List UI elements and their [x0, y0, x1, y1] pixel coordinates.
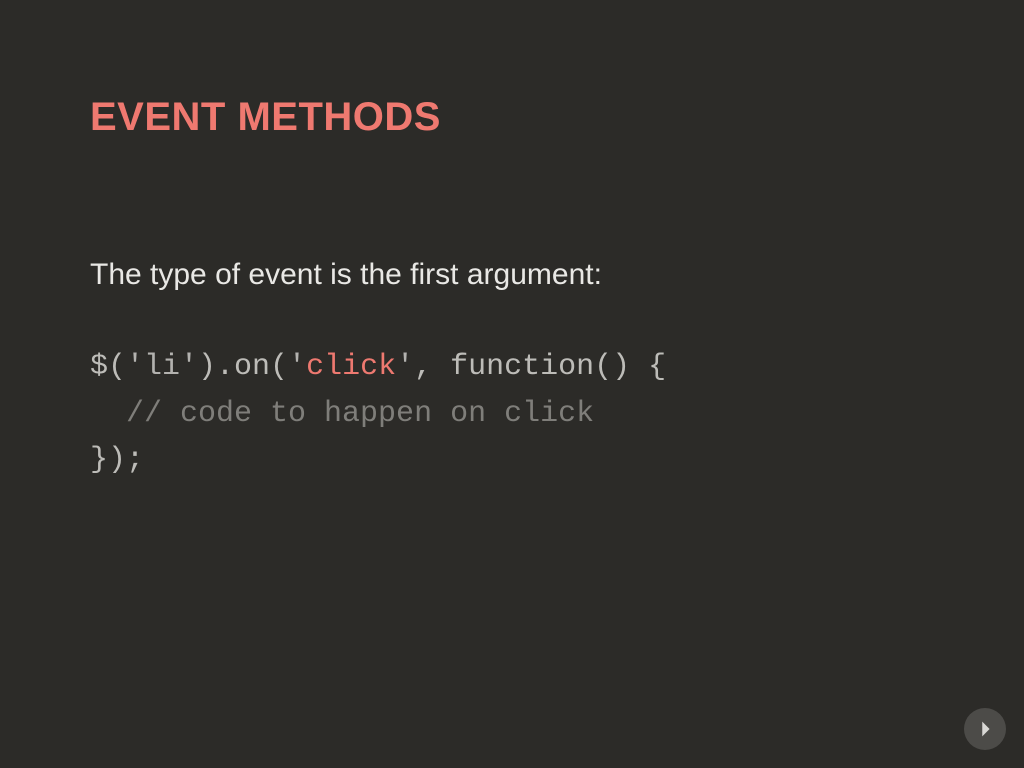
code-comment: // code to happen on click — [126, 397, 594, 431]
code-indent — [90, 397, 126, 431]
slide-title: EVENT METHODS — [90, 95, 934, 140]
next-slide-button[interactable] — [964, 708, 1006, 750]
code-token: $( — [90, 350, 126, 384]
code-string: 'li' — [126, 350, 198, 384]
code-token: }); — [90, 443, 144, 477]
slide-subtitle: The type of event is the first argument: — [90, 258, 934, 292]
arrow-right-icon — [974, 718, 996, 740]
code-token: , function() { — [414, 350, 666, 384]
code-quote: ' — [288, 350, 306, 384]
code-block: $('li').on('click', function() { // code… — [90, 344, 934, 484]
code-quote: ' — [396, 350, 414, 384]
code-token: ).on( — [198, 350, 288, 384]
code-highlight: click — [306, 350, 396, 384]
slide: EVENT METHODS The type of event is the f… — [0, 0, 1024, 768]
